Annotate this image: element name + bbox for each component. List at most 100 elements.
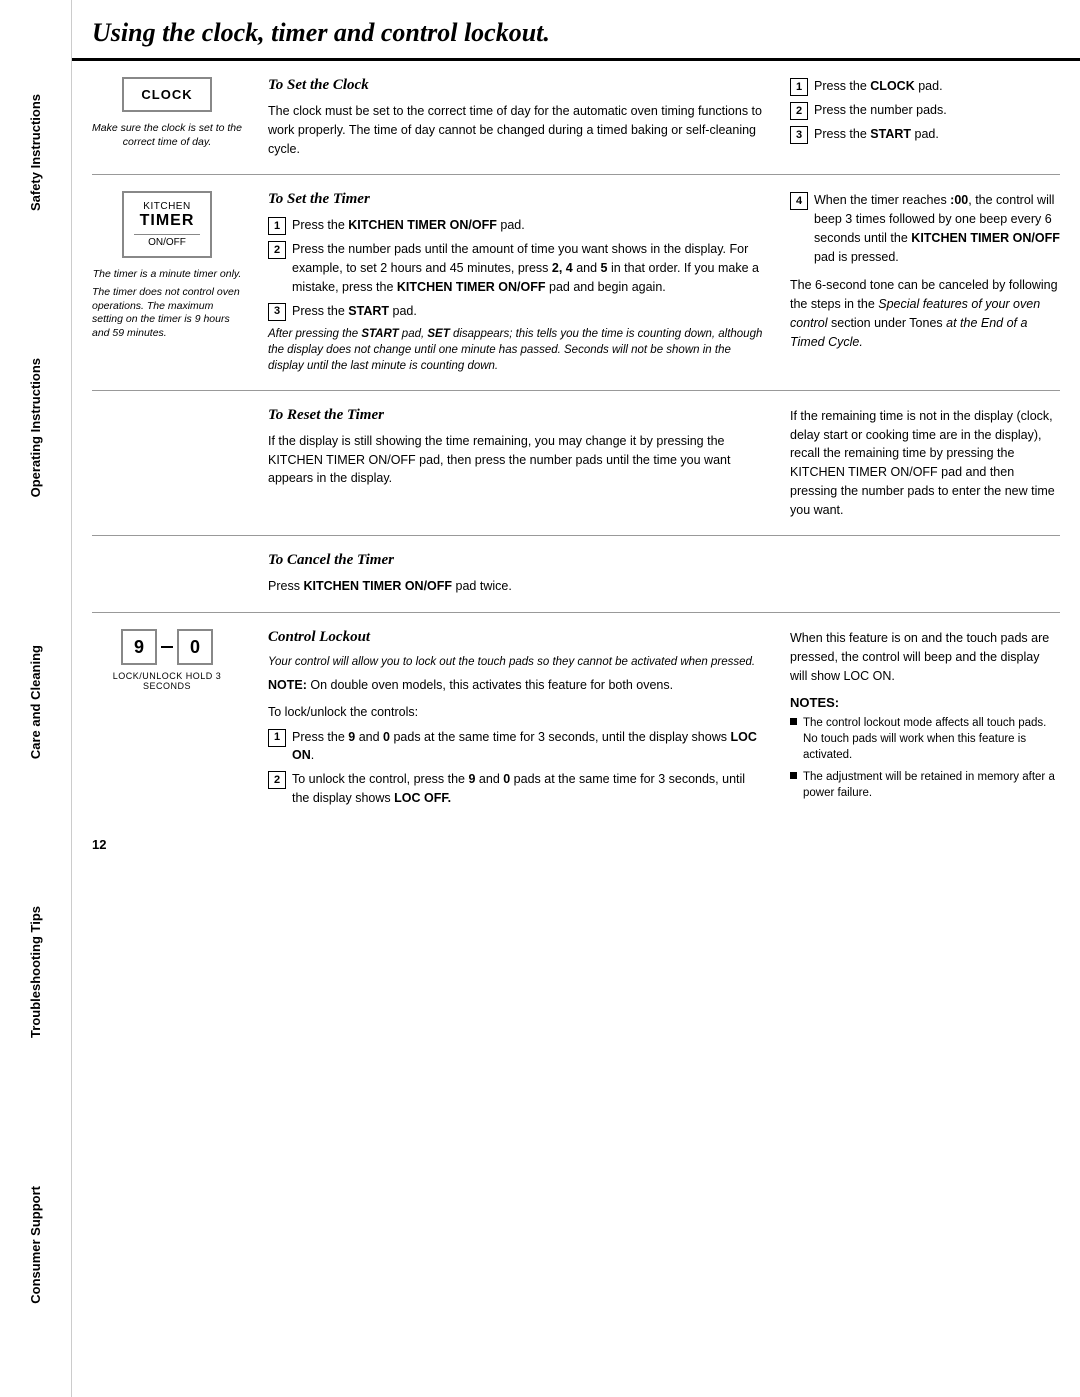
section-reset-timer: To Reset the Timer If the display is sti… [92, 391, 1060, 537]
lockout-step-2: 2 To unlock the control, press the 9 and… [268, 770, 764, 808]
control-lockout-left: 9 0 LOCK/UNLOCK HOLD 3 SECONDS [92, 629, 252, 813]
set-timer-right: 4 When the timer reaches :00, the contro… [780, 191, 1060, 374]
step-num-2: 2 [790, 102, 808, 120]
sidebar-item-care: Care and Cleaning [28, 635, 43, 769]
section-set-timer: KITCHEN TIMER ON/OFF The timer is a minu… [92, 175, 1060, 391]
set-clock-body: The clock must be set to the correct tim… [268, 102, 764, 158]
section-control-lockout: 9 0 LOCK/UNLOCK HOLD 3 SECONDS Control L… [92, 613, 1060, 829]
reset-timer-left [92, 407, 252, 520]
control-lockout-right: When this feature is on and the touch pa… [780, 629, 1060, 813]
control-lockout-title: Control Lockout [268, 629, 764, 646]
lockout-step-num-2: 2 [268, 771, 286, 789]
set-clock-left: CLOCK Make sure the clock is set to the … [92, 77, 252, 158]
lock-pad-9: 9 [121, 629, 157, 665]
set-clock-step-1: 1 Press the CLOCK pad. [790, 77, 1060, 96]
reset-timer-title: To Reset the Timer [268, 407, 764, 424]
notes-label: NOTES: [790, 695, 839, 710]
timer-pad-image: KITCHEN TIMER ON/OFF [122, 191, 212, 258]
timer-pad-main: TIMER [134, 212, 200, 230]
clock-pad-caption: Make sure the clock is set to the correc… [92, 122, 242, 149]
set-timer-left: KITCHEN TIMER ON/OFF The timer is a minu… [92, 191, 252, 374]
set-timer-middle: To Set the Timer 1 Press the KITCHEN TIM… [252, 191, 780, 374]
timer-pad-top: KITCHEN [134, 201, 200, 212]
section-cancel-timer: To Cancel the Timer Press KITCHEN TIMER … [92, 536, 1060, 613]
set-timer-right-steps: 4 When the timer reaches :00, the contro… [790, 191, 1060, 266]
set-clock-right: 1 Press the CLOCK pad. 2 Press the numbe… [780, 77, 1060, 158]
sidebar-item-operating: Operating Instructions [28, 348, 43, 507]
reset-timer-left-text: If the display is still showing the time… [268, 432, 764, 488]
lock-pad-connector [161, 629, 173, 665]
page-title: Using the clock, timer and control locko… [92, 18, 550, 47]
reset-timer-middle: To Reset the Timer If the display is sti… [252, 407, 780, 520]
cancel-timer-left [92, 552, 252, 596]
set-timer-title: To Set the Timer [268, 191, 764, 208]
content-area: CLOCK Make sure the clock is set to the … [72, 61, 1080, 829]
timer-caption-1: The timer is a minute timer only. [93, 268, 242, 282]
timer-pad-bottom: ON/OFF [134, 234, 200, 248]
lockout-right-intro: When this feature is on and the touch pa… [790, 629, 1060, 685]
reset-timer-right-text: If the remaining time is not in the disp… [790, 407, 1060, 520]
step-text-2: Press the number pads. [814, 101, 1060, 120]
step-text-3: Press the START pad. [814, 125, 1060, 144]
step-text-1: Press the CLOCK pad. [814, 77, 1060, 96]
clock-pad-image: CLOCK [122, 77, 212, 112]
set-timer-step-4: 4 When the timer reaches :00, the contro… [790, 191, 1060, 266]
lockout-step-text-1: Press the 9 and 0 pads at the same time … [292, 728, 764, 766]
lock-pad-image: 9 0 [121, 629, 213, 665]
main-content: Using the clock, timer and control locko… [72, 0, 1080, 1397]
reset-timer-right: If the remaining time is not in the disp… [780, 407, 1060, 520]
cancel-timer-text: Press KITCHEN TIMER ON/OFF pad twice. [268, 577, 1044, 596]
connector-line [161, 646, 173, 648]
timer-caption-2: The timer does not control oven operatio… [92, 286, 242, 341]
control-lockout-to-lock: To lock/unlock the controls: [268, 703, 764, 722]
timer-step-num-2: 2 [268, 241, 286, 259]
timer-step-num-3: 3 [268, 303, 286, 321]
lockout-bullet-text-1: The control lockout mode affects all tou… [803, 715, 1060, 763]
sidebar: Safety Instructions Operating Instructio… [0, 0, 72, 1397]
timer-step-text-1: Press the KITCHEN TIMER ON/OFF pad. [292, 216, 764, 235]
cancel-timer-title: To Cancel the Timer [268, 552, 1044, 569]
set-timer-step-3: 3 Press the START pad. [268, 302, 764, 321]
bullet-icon-1 [790, 718, 797, 725]
set-clock-steps: 1 Press the CLOCK pad. 2 Press the numbe… [790, 77, 1060, 144]
cancel-timer-content: To Cancel the Timer Press KITCHEN TIMER … [252, 552, 1060, 596]
timer-step-text-3: Press the START pad. [292, 302, 764, 321]
bullet-icon-2 [790, 772, 797, 779]
set-timer-cancel-note: The 6-second tone can be canceled by fol… [790, 276, 1060, 351]
set-timer-steps: 1 Press the KITCHEN TIMER ON/OFF pad. 2 … [268, 216, 764, 320]
step-num-1: 1 [790, 78, 808, 96]
set-clock-middle: To Set the Clock The clock must be set t… [252, 77, 780, 158]
clock-pad-label: CLOCK [141, 87, 192, 102]
timer-step-text-2: Press the number pads until the amount o… [292, 240, 764, 296]
set-clock-step-3: 3 Press the START pad. [790, 125, 1060, 144]
lockout-notes: NOTES: The control lockout mode affects … [790, 695, 1060, 800]
lockout-step-num-1: 1 [268, 729, 286, 747]
lock-pad-0: 0 [177, 629, 213, 665]
lockout-step-text-2: To unlock the control, press the 9 and 0… [292, 770, 764, 808]
lockout-bullet-text-2: The adjustment will be retained in memor… [803, 769, 1060, 801]
timer-step-text-4: When the timer reaches :00, the control … [814, 191, 1060, 266]
sidebar-item-troubleshooting: Troubleshooting Tips [28, 896, 43, 1048]
set-timer-step-1: 1 Press the KITCHEN TIMER ON/OFF pad. [268, 216, 764, 235]
page-title-bar: Using the clock, timer and control locko… [72, 0, 1080, 61]
set-timer-step-2: 2 Press the number pads until the amount… [268, 240, 764, 296]
sidebar-item-consumer: Consumer Support [28, 1176, 43, 1314]
page-wrapper: Safety Instructions Operating Instructio… [0, 0, 1080, 1397]
control-lockout-note: NOTE: On double oven models, this activa… [268, 676, 764, 695]
step-num-3: 3 [790, 126, 808, 144]
set-clock-step-2: 2 Press the number pads. [790, 101, 1060, 120]
timer-step-num-1: 1 [268, 217, 286, 235]
lockout-step-1: 1 Press the 9 and 0 pads at the same tim… [268, 728, 764, 766]
lockout-bullet-2: The adjustment will be retained in memor… [790, 769, 1060, 801]
sidebar-item-safety: Safety Instructions [28, 84, 43, 221]
set-timer-italic-note: After pressing the START pad, SET disapp… [268, 326, 764, 374]
section-set-clock: CLOCK Make sure the clock is set to the … [92, 61, 1060, 175]
lock-pad-caption: LOCK/UNLOCK HOLD 3 SECONDS [92, 671, 242, 691]
lockout-bullet-1: The control lockout mode affects all tou… [790, 715, 1060, 763]
control-lockout-intro: Your control will allow you to lock out … [268, 654, 764, 670]
control-lockout-steps: 1 Press the 9 and 0 pads at the same tim… [268, 728, 764, 808]
lockout-bullet-list: The control lockout mode affects all tou… [790, 715, 1060, 800]
timer-step-num-4: 4 [790, 192, 808, 210]
page-number: 12 [72, 829, 1080, 860]
control-lockout-middle: Control Lockout Your control will allow … [252, 629, 780, 813]
